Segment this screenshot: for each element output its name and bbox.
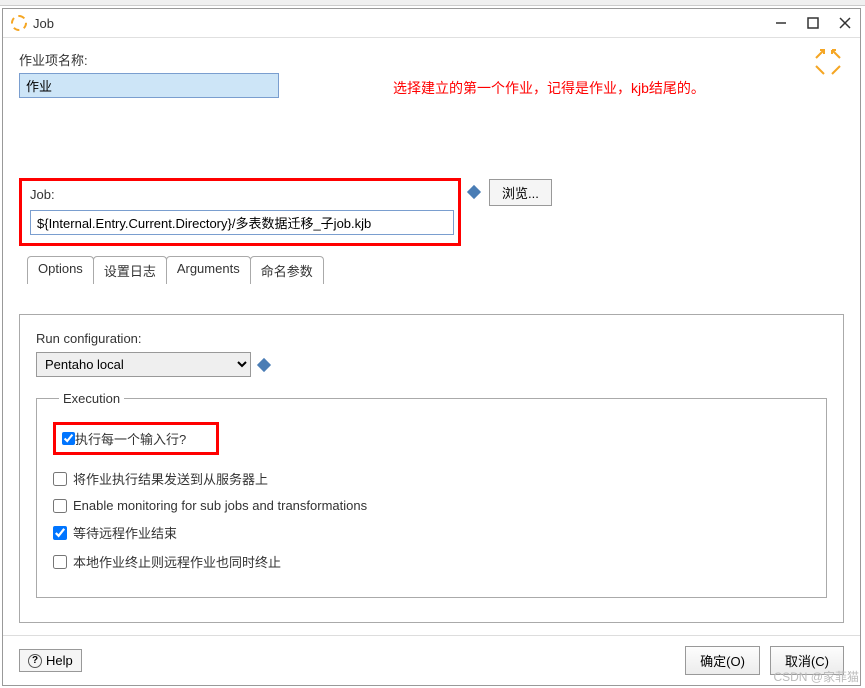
- tab-options[interactable]: Options: [27, 256, 94, 284]
- variable-indicator-icon: [467, 185, 481, 199]
- job-path-highlight: Job:: [19, 178, 461, 246]
- expand-icon[interactable]: [814, 48, 842, 76]
- help-icon: ?: [28, 654, 42, 668]
- title-bar: Job: [3, 9, 860, 38]
- job-path-input[interactable]: [30, 210, 454, 235]
- minimize-button[interactable]: [774, 16, 788, 30]
- checkbox-label: Enable monitoring for sub jobs and trans…: [73, 498, 367, 513]
- run-config-select[interactable]: Pentaho local: [36, 352, 251, 377]
- checkbox-label: 等待远程作业结束: [73, 523, 177, 542]
- tab-arguments[interactable]: Arguments: [166, 256, 251, 284]
- editor-tabs-bar: [0, 0, 865, 6]
- execution-legend: Execution: [59, 391, 124, 406]
- watermark: CSDN @家菲猫: [773, 668, 859, 685]
- job-path-label: Job:: [30, 187, 450, 202]
- dialog-footer: ? Help 确定(O) 取消(C): [3, 635, 860, 685]
- wait-remote-checkbox[interactable]: [53, 526, 67, 540]
- execution-fieldset: Execution 执行每一个输入行? 将作业执行结果发送到从服务器上 Enab…: [36, 391, 827, 598]
- execute-per-row-checkbox[interactable]: [62, 432, 75, 445]
- tab-container: Run configuration: Pentaho local Executi…: [19, 314, 844, 623]
- help-button[interactable]: ? Help: [19, 649, 82, 672]
- send-result-checkbox[interactable]: [53, 472, 67, 486]
- name-label: 作业项名称:: [19, 50, 844, 69]
- close-button[interactable]: [838, 16, 852, 30]
- job-dialog: Job 作业项名称: 选择建立的第一个作业，记得是作业，kjb结尾的。 Job:: [2, 8, 861, 686]
- run-config-label: Run configuration:: [36, 331, 827, 346]
- maximize-button[interactable]: [806, 16, 820, 30]
- ok-button[interactable]: 确定(O): [685, 646, 760, 675]
- execute-per-row-highlight: 执行每一个输入行?: [53, 422, 219, 455]
- tab-header: Options 设置日志 Arguments 命名参数: [27, 256, 852, 284]
- dialog-icon: [11, 15, 27, 31]
- job-name-input[interactable]: [19, 73, 279, 98]
- checkbox-label: 将作业执行结果发送到从服务器上: [73, 469, 268, 488]
- window-controls: [774, 16, 852, 30]
- browse-button[interactable]: 浏览...: [489, 179, 552, 206]
- tab-logging[interactable]: 设置日志: [93, 256, 167, 284]
- dialog-title: Job: [33, 16, 774, 31]
- abort-remote-checkbox[interactable]: [53, 555, 67, 569]
- variable-indicator-icon: [257, 357, 271, 371]
- enable-monitoring-checkbox[interactable]: [53, 499, 67, 513]
- checkbox-label: 执行每一个输入行?: [75, 429, 186, 448]
- tab-named-params[interactable]: 命名参数: [250, 256, 324, 284]
- dialog-content: 作业项名称: 选择建立的第一个作业，记得是作业，kjb结尾的。 Job: 浏览.…: [3, 38, 860, 635]
- checkbox-label: 本地作业终止则远程作业也同时终止: [73, 552, 281, 571]
- annotation-text: 选择建立的第一个作业，记得是作业，kjb结尾的。: [393, 78, 793, 99]
- job-path-row: Job: 浏览...: [19, 138, 844, 246]
- options-panel: Run configuration: Pentaho local Executi…: [20, 315, 843, 622]
